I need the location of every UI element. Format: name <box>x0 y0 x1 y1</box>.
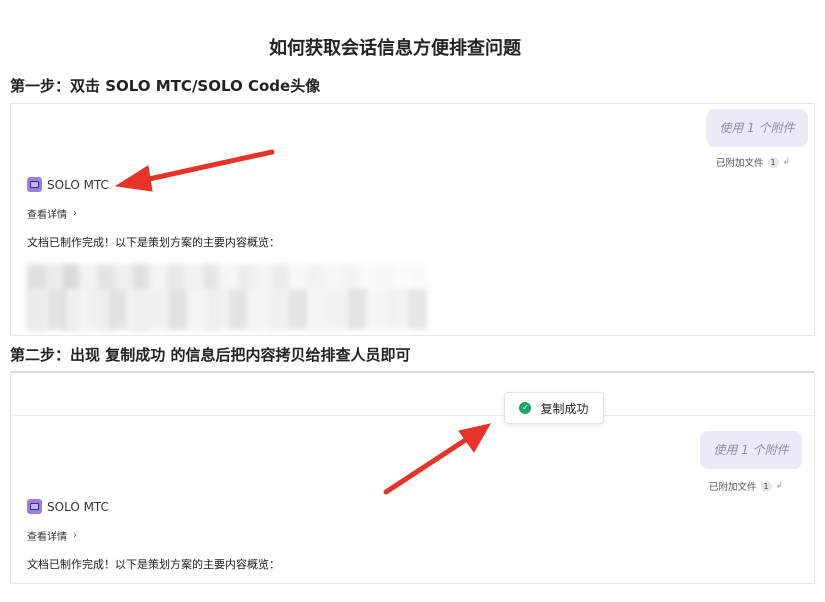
agent-avatar-button[interactable]: SOLO MTC <box>27 177 109 192</box>
view-details-link[interactable]: 查看详情 › <box>27 528 77 543</box>
attached-files-label[interactable]: 已附加文件 1 ↲ <box>716 155 790 169</box>
check-circle-icon: ✓ <box>519 402 532 414</box>
return-icon: ↲ <box>775 481 784 491</box>
attached-files-count: 1 <box>760 480 772 492</box>
attached-files-text: 已附加文件 <box>716 158 764 169</box>
chevron-right-icon: › <box>73 208 77 219</box>
step1-screenshot-panel: 使用 1 个附件 已附加文件 1 ↲ SOLO MTC 查看详情 › 文档已制作… <box>10 103 815 336</box>
assistant-summary-text: 文档已制作完成！以下是策划方案的主要内容概览： <box>27 236 280 249</box>
redacted-content-2 <box>27 289 427 329</box>
page-title: 如何获取会话信息方便排查问题 <box>269 38 521 59</box>
attached-files-text: 已附加文件 <box>709 482 757 493</box>
view-details-label: 查看详情 <box>27 532 67 543</box>
agent-name: SOLO MTC <box>47 177 109 192</box>
agent-name: SOLO MTC <box>47 499 109 514</box>
view-details-label: 查看详情 <box>27 210 67 221</box>
user-message-bubble[interactable]: 使用 1 个附件 <box>706 109 808 147</box>
user-message-bubble[interactable]: 使用 1 个附件 <box>700 431 802 469</box>
step2-heading: 第二步：出现 复制成功 的信息后把内容拷贝给排查人员即可 <box>10 346 411 364</box>
agent-avatar-icon[interactable] <box>27 177 42 192</box>
attached-files-count: 1 <box>767 156 779 168</box>
copy-success-toast: ✓ 复制成功 <box>504 392 604 424</box>
step2-screenshot-panel: ✓ 复制成功 使用 1 个附件 已附加文件 1 ↲ SOLO MTC 查看详情 … <box>10 371 815 584</box>
step1-heading: 第一步：双击 SOLO MTC/SOLO Code头像 <box>10 77 321 95</box>
chevron-right-icon: › <box>73 530 77 541</box>
assistant-summary-text: 文档已制作完成！以下是策划方案的主要内容概览： <box>27 558 280 571</box>
panel-divider <box>11 415 814 416</box>
attached-files-label[interactable]: 已附加文件 1 ↲ <box>709 479 783 493</box>
view-details-link[interactable]: 查看详情 › <box>27 206 77 221</box>
return-icon: ↲ <box>782 157 791 167</box>
toast-text: 复制成功 <box>540 401 589 416</box>
agent-avatar-button[interactable]: SOLO MTC <box>27 499 109 514</box>
agent-avatar-icon[interactable] <box>27 499 42 514</box>
